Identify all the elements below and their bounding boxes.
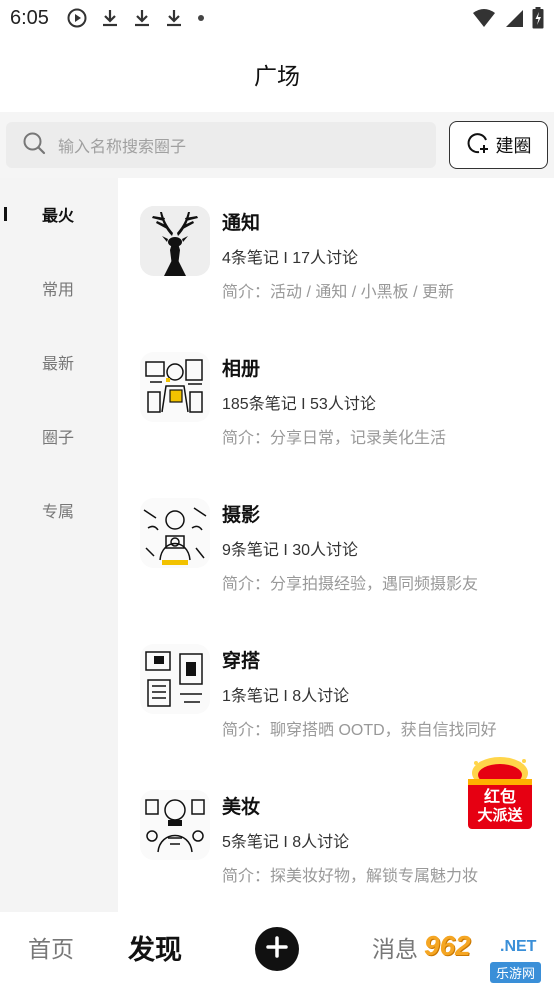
circle-description: 简介：分享拍摄经验，遇同频摄影友 [222, 576, 479, 593]
red-envelope-label: 红包 大派送 [466, 789, 534, 825]
circle-name: 相册 [222, 359, 261, 380]
circle-stats: 9条笔记 I 30人讨论 [222, 542, 359, 559]
sidebar-item-label: 常用 [42, 282, 75, 299]
status-right-icons [472, 7, 544, 29]
watermark-sub: 乐游网 [490, 962, 542, 983]
download-icon [101, 8, 119, 28]
red-envelope-line2: 大派送 [477, 807, 523, 824]
sidebar-item-label: 圈子 [42, 430, 75, 447]
add-circle-icon [466, 131, 490, 160]
search-row: 输入名称搜索圈子 建圈 [0, 112, 554, 178]
watermark-text: 962 [424, 930, 471, 961]
status-bar: 6:05 [0, 0, 554, 36]
nav-home[interactable]: 首页 [28, 930, 74, 964]
battery-icon [532, 7, 544, 29]
category-sidebar: 最火 常用 最新 圈子 专属 [0, 178, 118, 912]
create-circle-label: 建圈 [495, 136, 532, 156]
plus-icon [265, 935, 289, 964]
sidebar-item-exclusive[interactable]: 专属 [0, 490, 118, 530]
circle-stats: 1条笔记 I 8人讨论 [222, 688, 350, 705]
wifi-icon [472, 8, 496, 28]
signal-icon [504, 8, 524, 28]
sidebar-item-newest[interactable]: 最新 [0, 342, 118, 382]
circle-stats: 185条笔记 I 53人讨论 [222, 396, 376, 413]
red-envelope-line1: 红包 [483, 789, 516, 806]
add-post-button[interactable] [255, 927, 299, 971]
page-title: 广场 [254, 63, 300, 89]
status-left-icons [67, 8, 205, 28]
circle-description: 简介：活动 / 通知 / 小黑板 / 更新 [222, 284, 455, 301]
search-icon [22, 131, 46, 160]
list-item[interactable]: 通知 4条笔记 I 17人讨论 简介：活动 / 通知 / 小黑板 / 更新 [118, 178, 554, 301]
circle-description: 简介：聊穿搭晒 OOTD，获自信找同好 [222, 722, 497, 739]
circle-description: 简介：探美妆好物，解锁专属魅力妆 [222, 868, 479, 885]
list-item[interactable]: 相册 185条笔记 I 53人讨论 简介：分享日常，记录美化生活 [118, 324, 554, 447]
nav-messages[interactable]: 消息 [372, 930, 418, 964]
list-item[interactable]: 摄影 9条笔记 I 30人讨论 简介：分享拍摄经验，遇同频摄影友 [118, 470, 554, 593]
download-icon [133, 8, 151, 28]
sidebar-item-label: 最火 [42, 208, 75, 225]
play-circle-icon [67, 8, 87, 28]
circle-stats: 5条笔记 I 8人讨论 [222, 834, 350, 851]
watermark-suffix: .NET [500, 938, 537, 955]
header: 广场 [0, 36, 554, 112]
circle-name: 美妆 [222, 797, 261, 818]
illustration-icon [140, 498, 210, 568]
nav-discover[interactable]: 发现 [128, 928, 182, 967]
circle-description: 简介：分享日常，记录美化生活 [222, 430, 447, 447]
active-indicator [4, 207, 7, 221]
watermark-logo: 962 .NET 乐游网 [418, 930, 552, 983]
circle-name: 摄影 [222, 505, 261, 526]
search-input[interactable]: 输入名称搜索圈子 [6, 122, 436, 168]
list-item[interactable]: 穿搭 1条笔记 I 8人讨论 简介：聊穿搭晒 OOTD，获自信找同好 [118, 616, 554, 739]
search-placeholder: 输入名称搜索圈子 [58, 139, 187, 156]
sidebar-item-common[interactable]: 常用 [0, 268, 118, 308]
sidebar-item-label: 专属 [42, 504, 75, 521]
red-envelope-button[interactable]: 红包 大派送 [466, 753, 534, 831]
illustration-icon [140, 644, 210, 714]
circle-stats: 4条笔记 I 17人讨论 [222, 250, 359, 267]
sidebar-item-circles[interactable]: 圈子 [0, 416, 118, 456]
circle-name: 通知 [222, 213, 261, 234]
status-time: 6:05 [10, 6, 49, 29]
create-circle-button[interactable]: 建圈 [449, 121, 548, 169]
sidebar-item-hottest[interactable]: 最火 [0, 194, 118, 234]
sidebar-item-label: 最新 [42, 356, 75, 373]
dot-icon [197, 14, 205, 22]
illustration-icon [140, 352, 210, 422]
circle-name: 穿搭 [222, 651, 261, 672]
illustration-icon [140, 790, 210, 860]
download-icon [165, 8, 183, 28]
deer-icon [140, 206, 210, 276]
